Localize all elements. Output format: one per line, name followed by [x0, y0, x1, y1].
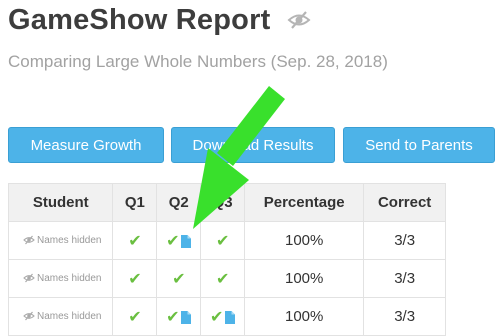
report-title: GameShow Report: [8, 3, 311, 38]
table-header-row: Student Q1 Q2 Q3 Percentage Correct: [7, 183, 446, 222]
column-header-percentage: Percentage: [244, 183, 365, 222]
column-header-q1: Q1: [112, 183, 158, 222]
column-header-q3: Q3: [200, 183, 246, 222]
correct-cell: 3/3: [363, 221, 446, 260]
student-cell: Names hidden: [7, 297, 114, 336]
download-results-button[interactable]: Download Results: [171, 127, 335, 163]
column-header-correct: Correct: [363, 183, 446, 222]
eye-slash-icon: [23, 235, 35, 245]
document-icon[interactable]: [181, 310, 192, 324]
student-name: Names hidden: [37, 311, 102, 322]
check-icon: ✔: [215, 270, 230, 288]
check-icon: ✔: [128, 308, 142, 326]
document-icon[interactable]: [181, 234, 192, 248]
results-table: Student Q1 Q2 Q3 Percentage Correct Name…: [7, 183, 446, 336]
table-row: Names hidden ✔ ✔ ✔ 100% 3/3: [7, 221, 446, 260]
document-icon[interactable]: [225, 310, 236, 324]
column-header-student: Student: [7, 183, 114, 222]
check-icon: ✔: [166, 232, 180, 250]
check-icon: ✔: [209, 308, 224, 326]
eye-slash-icon: [23, 273, 35, 283]
q3-cell: ✔: [200, 297, 246, 336]
q1-cell: ✔: [112, 259, 158, 298]
correct-cell: 3/3: [363, 297, 446, 336]
eye-slash-icon: [23, 311, 35, 321]
student-name: Names hidden: [37, 235, 102, 246]
q1-cell: ✔: [112, 297, 158, 336]
eye-slash-icon[interactable]: [287, 5, 311, 38]
q2-cell: ✔: [156, 259, 202, 298]
student-cell: Names hidden: [7, 259, 114, 298]
column-header-q2: Q2: [156, 183, 202, 222]
check-icon: ✔: [128, 232, 142, 250]
page-title: GameShow Report: [8, 4, 271, 36]
percentage-cell: 100%: [244, 259, 365, 298]
q3-cell: ✔: [200, 221, 246, 260]
send-to-parents-button[interactable]: Send to Parents: [343, 127, 495, 163]
correct-cell: 3/3: [363, 259, 446, 298]
q2-cell: ✔: [156, 297, 202, 336]
check-icon: ✔: [172, 270, 186, 288]
measure-growth-button[interactable]: Measure Growth: [8, 127, 164, 163]
percentage-cell: 100%: [244, 221, 365, 260]
check-icon: ✔: [166, 308, 180, 326]
check-icon: ✔: [128, 270, 142, 288]
check-icon: ✔: [215, 232, 230, 250]
table-row: Names hidden ✔ ✔ ✔ 100% 3/3: [7, 297, 446, 336]
q2-cell: ✔: [156, 221, 202, 260]
percentage-cell: 100%: [244, 297, 365, 336]
student-name: Names hidden: [37, 273, 102, 284]
student-cell: Names hidden: [7, 221, 114, 260]
q1-cell: ✔: [112, 221, 158, 260]
q3-cell: ✔: [200, 259, 246, 298]
table-row: Names hidden ✔ ✔ ✔ 100% 3/3: [7, 259, 446, 298]
report-subtitle: Comparing Large Whole Numbers (Sep. 28, …: [8, 52, 388, 71]
